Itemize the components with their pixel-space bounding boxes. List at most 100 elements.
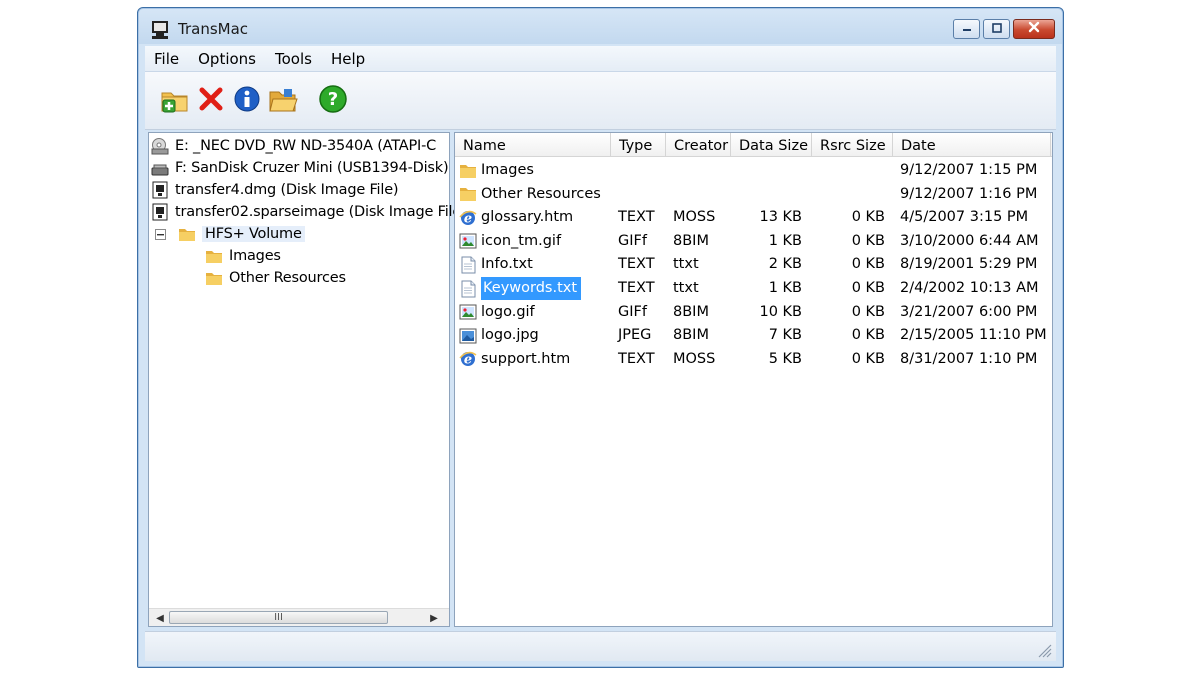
disk-image-icon <box>151 203 169 221</box>
file-name-cell[interactable]: Keywords.txt <box>459 277 611 300</box>
folder-icon <box>205 247 223 265</box>
file-data-size-cell <box>731 183 802 206</box>
file-type-cell: TEXT <box>618 350 655 367</box>
file-type-cell <box>618 159 668 182</box>
help-button[interactable]: ? <box>317 85 349 117</box>
file-row[interactable]: e support.htm TEXT MOSS 5 KB 0 KB 8/31/2007 1:… <box>455 348 1052 372</box>
scroll-left-icon[interactable]: ◀ <box>153 611 167 625</box>
column-header-date[interactable]: Date <box>893 133 1051 157</box>
column-header-type[interactable]: Type <box>611 133 666 157</box>
menu-file[interactable]: File <box>151 50 189 68</box>
file-name-cell[interactable]: e glossary.htm <box>459 206 611 229</box>
column-header-creator[interactable]: Creator <box>666 133 731 157</box>
disk-image-icon <box>151 181 169 199</box>
file-rsrc-size-cell: 0 KB <box>851 256 885 273</box>
file-name-cell[interactable]: Other Resources <box>459 183 611 206</box>
scroll-thumb[interactable]: III <box>169 611 388 624</box>
tree-horizontal-scrollbar[interactable]: ◀ III ▶ <box>149 608 449 626</box>
file-date-cell: 2/4/2002 10:13 AM <box>900 280 1039 296</box>
column-header-name[interactable]: Name <box>455 133 611 157</box>
file-rsrc-size-cell: 0 KB <box>851 327 885 344</box>
file-creator-cell: 8BIM <box>673 232 709 249</box>
tree-item-usb-drive[interactable]: F: SanDisk Cruzer Mini (USB1394-Disk) <box>151 157 449 179</box>
tree-item-dmg[interactable]: transfer4.dmg (Disk Image File) <box>151 179 399 201</box>
file-row[interactable]: Info.txt TEXT ttxt 2 KB 0 KB 8/19/2001 5:29 P… <box>455 253 1052 277</box>
delete-button[interactable] <box>195 85 227 117</box>
file-name-cell[interactable]: icon_tm.gif <box>459 230 611 253</box>
menu-help[interactable]: Help <box>328 50 375 68</box>
collapse-toggle[interactable] <box>155 228 166 240</box>
column-header-rsrc-size[interactable]: Rsrc Size <box>812 133 893 157</box>
file-date-cell: 2/15/2005 11:10 PM <box>900 327 1047 344</box>
toolbar: ? <box>145 72 1056 130</box>
file-data-size-cell: 1 KB <box>768 280 802 296</box>
file-creator-cell: 8BIM <box>673 327 709 344</box>
file-row[interactable]: logo.jpg JPEG 8BIM 7 KB 0 KB 2/15/2005 11:10 … <box>455 324 1052 348</box>
text-file-icon <box>459 280 477 298</box>
folder-icon <box>178 225 196 243</box>
tree-item-hfs-volume[interactable]: HFS+ Volume <box>155 223 305 245</box>
file-name-cell[interactable]: logo.gif <box>459 301 611 324</box>
file-data-size-cell <box>731 159 802 182</box>
tree-item-images[interactable]: Images <box>205 245 281 267</box>
file-data-size-cell: 10 KB <box>759 303 802 320</box>
resize-grip-icon[interactable] <box>1034 640 1052 658</box>
file-data-size-cell: 13 KB <box>759 209 802 226</box>
tree-item-label: Other Resources <box>229 270 346 286</box>
removable-drive-icon <box>151 159 169 177</box>
maximize-button[interactable] <box>983 19 1010 39</box>
file-row[interactable]: icon_tm.gif GIFf 8BIM 1 KB 0 KB 3/10/2000 6:4… <box>455 230 1052 254</box>
info-button[interactable] <box>231 85 263 117</box>
dvd-drive-icon <box>151 137 169 155</box>
menu-options[interactable]: Options <box>195 50 266 68</box>
file-row[interactable]: Images 9/12/2007 1:15 PM <box>455 159 1052 183</box>
file-name-cell[interactable]: logo.jpg <box>459 324 611 347</box>
file-name: Other Resources <box>481 185 601 202</box>
scroll-right-icon[interactable]: ▶ <box>427 611 441 625</box>
tree-item-label: HFS+ Volume <box>202 226 305 242</box>
column-header-data-size[interactable]: Data Size <box>731 133 812 157</box>
file-list-pane[interactable]: Name Type Creator Data Size Rsrc Size Da… <box>454 132 1053 627</box>
web-page-icon: e <box>459 350 477 368</box>
open-folder-button[interactable] <box>267 85 299 117</box>
tree-item-dvd-drive[interactable]: E: _NEC DVD_RW ND-3540A (ATAPI-C <box>151 135 436 157</box>
file-name: glossary.htm <box>481 209 574 226</box>
file-data-size-cell: 2 KB <box>768 256 802 273</box>
new-folder-button[interactable] <box>159 85 191 117</box>
minimize-button[interactable] <box>953 19 980 39</box>
text-file-icon <box>459 256 477 274</box>
file-name-cell[interactable]: Info.txt <box>459 253 611 276</box>
file-data-size-cell: 5 KB <box>768 350 802 367</box>
tree-item-sparseimage[interactable]: transfer02.sparseimage (Disk Image File) <box>151 201 467 223</box>
transmac-window: TransMac File Options Tools Help ? E: _N… <box>137 7 1064 668</box>
column-header-row: Name Type Creator Data Size Rsrc Size Da… <box>455 133 1052 157</box>
tree-item-label: E: _NEC DVD_RW ND-3540A (ATAPI-C <box>175 138 437 154</box>
menu-tools[interactable]: Tools <box>272 50 322 68</box>
minimize-icon <box>961 21 973 37</box>
file-row[interactable]: Keywords.txt TEXT ttxt 1 KB 0 KB 2/4/2002 10:… <box>455 277 1052 301</box>
close-button[interactable] <box>1013 19 1055 39</box>
tree-item-other-resources[interactable]: Other Resources <box>205 267 346 289</box>
red-x-icon <box>198 86 224 116</box>
file-type-cell: GIFf <box>618 232 647 249</box>
file-type-cell: JPEG <box>618 327 652 344</box>
file-row[interactable]: e glossary.htm TEXT MOSS 13 KB 0 KB 4/5/2007 3… <box>455 206 1052 230</box>
file-row[interactable]: Other Resources 9/12/2007 1:16 PM <box>455 183 1052 207</box>
file-name: Images <box>481 162 534 178</box>
file-creator-cell: MOSS <box>673 350 716 367</box>
file-data-size-cell: 7 KB <box>768 327 802 344</box>
file-date-cell: 8/31/2007 1:10 PM <box>900 350 1038 367</box>
file-type-cell <box>618 183 668 206</box>
file-name-cell[interactable]: Images <box>459 159 611 182</box>
file-name-cell[interactable]: e support.htm <box>459 348 611 371</box>
title-bar[interactable]: TransMac <box>138 8 1063 48</box>
folder-plus-icon <box>160 85 190 117</box>
svg-text:?: ? <box>328 89 338 110</box>
jpeg-image-icon <box>459 327 477 345</box>
file-rsrc-size-cell: 0 KB <box>851 232 885 249</box>
file-creator-cell <box>673 159 733 182</box>
folder-icon <box>459 185 477 203</box>
file-creator-cell: ttxt <box>673 280 699 296</box>
file-row[interactable]: logo.gif GIFf 8BIM 10 KB 0 KB 3/21/2007 6:00 … <box>455 301 1052 325</box>
volume-tree-pane[interactable]: E: _NEC DVD_RW ND-3540A (ATAPI-C F: SanD… <box>148 132 467 627</box>
